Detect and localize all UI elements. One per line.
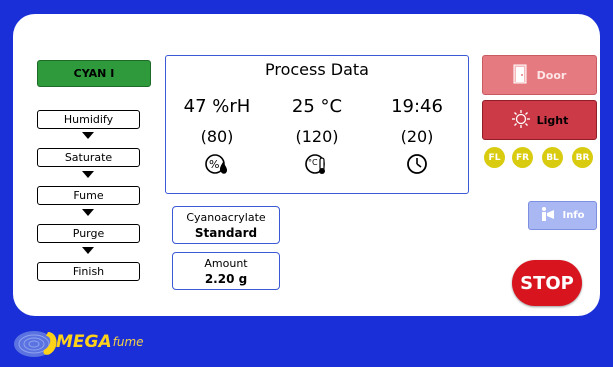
cyanoacrylate-field[interactable]: Cyanoacrylate Standard [172,206,280,244]
door-label: Door [536,68,567,82]
temperature-setpoint: (120) [295,127,339,146]
process-data-title: Process Data [265,60,369,79]
light-button[interactable]: Light [482,100,597,140]
step-purge: Purge [37,224,140,243]
step-fume: Fume [37,186,140,205]
arrow-down-icon [82,132,94,139]
door-icon [513,64,527,87]
logo-brand: MEGA [56,332,112,352]
arrow-down-icon [82,209,94,216]
svg-text:°C: °C [308,158,318,167]
arrow-down-icon [82,171,94,178]
omegafume-logo: MEGA fume [12,322,144,362]
info-icon [540,206,556,225]
step-finish: Finish [37,262,140,281]
info-label: Info [562,210,585,221]
arrow-down-icon [82,247,94,254]
time-setpoint: (20) [400,127,434,146]
temperature-value: 25 °C [291,96,343,117]
step-humidify: Humidify [37,110,140,129]
humidity-icon: % [172,152,262,176]
process-data-panel: Process Data 47 %rH (80) % 25 °C (120) °… [165,55,469,194]
amount-label: Amount [204,257,248,270]
cyanoacrylate-label: Cyanoacrylate [186,211,266,224]
clock-icon [372,152,462,176]
fan-bl-indicator[interactable]: BL [542,147,563,168]
humidity-setpoint: (80) [200,127,234,146]
logo-suffix: fume [112,335,144,349]
fan-fr-indicator[interactable]: FR [512,147,533,168]
light-label: Light [536,113,569,127]
time-value: 19:46 [391,96,443,117]
cyanoacrylate-value: Standard [194,226,258,240]
svg-text:%: % [209,158,219,171]
info-button[interactable]: Info [528,201,597,230]
light-icon [511,109,531,132]
fan-fl-indicator[interactable]: FL [484,147,505,168]
humidity-column: 47 %rH (80) % [172,96,262,176]
humidity-value: 47 %rH [183,96,251,117]
amount-value: 2.20 g [204,272,248,286]
status-badge: CYAN I [37,60,151,87]
temperature-column: 25 °C (120) °C [272,96,362,176]
stop-button[interactable]: STOP [512,260,582,306]
time-column: 19:46 (20) [372,96,462,176]
door-button[interactable]: Door [482,55,597,95]
thermometer-icon: °C [272,152,362,176]
step-saturate: Saturate [37,148,140,167]
fan-br-indicator[interactable]: BR [572,147,593,168]
amount-field[interactable]: Amount 2.20 g [172,252,280,290]
fingerprint-logo-icon [14,331,57,357]
